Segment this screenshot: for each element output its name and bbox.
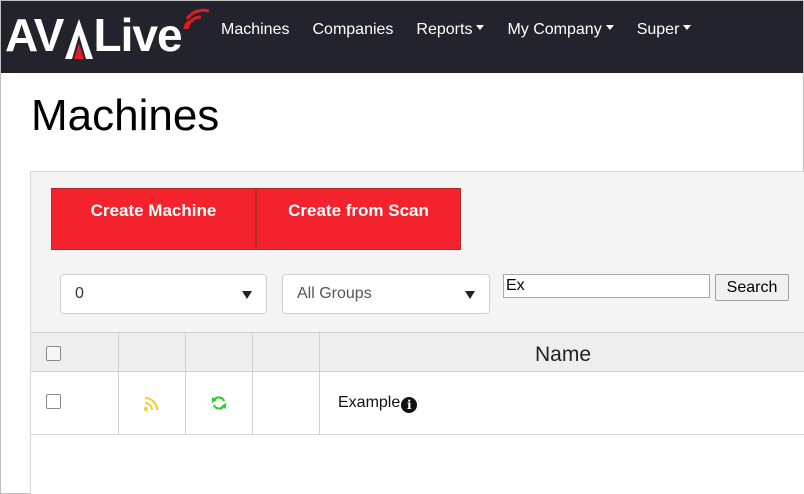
group-select-value: All Groups (297, 285, 372, 302)
logo-red-mark (64, 15, 94, 59)
page-title: Machines (31, 91, 220, 140)
nav-item-machines[interactable]: Machines (213, 19, 297, 41)
group-select[interactable]: All Groups (282, 274, 490, 314)
caret-down-icon (683, 25, 692, 31)
table-row[interactable]: Example i (31, 372, 804, 435)
top-navbar: AV Live Machines Companies Reports My Co… (1, 1, 803, 73)
caret-down-icon (605, 25, 614, 31)
empty-cell (253, 372, 320, 434)
header-cell (253, 333, 320, 371)
caret-down-icon (476, 25, 485, 31)
dropdown-arrow-icon (465, 291, 475, 299)
machine-name-cell[interactable]: Example i (320, 372, 804, 434)
machine-name[interactable]: Example (338, 394, 400, 412)
page-size-select[interactable]: 0 (60, 274, 267, 314)
header-cell (119, 333, 186, 371)
info-icon[interactable]: i (401, 397, 418, 413)
sync-cell (186, 372, 253, 434)
create-machine-button[interactable]: Create Machine (51, 188, 256, 250)
row-checkbox[interactable] (46, 394, 61, 409)
sync-icon (212, 396, 226, 410)
header-select-cell (31, 333, 119, 371)
select-all-checkbox[interactable] (46, 346, 61, 361)
search-button[interactable]: Search (715, 274, 789, 301)
logo-text-av: AV (5, 9, 64, 61)
table-header-row: Name (31, 332, 804, 372)
nav-item-companies[interactable]: Companies (304, 19, 401, 41)
nav-menu: Machines Companies Reports My Company Su… (213, 19, 706, 41)
machines-panel: Create Machine Create from Scan 0 All Gr… (30, 171, 804, 494)
header-cell (186, 333, 253, 371)
broadcast-signal-icon (183, 8, 210, 30)
table-empty-area (31, 435, 804, 494)
signal-cell (119, 372, 186, 434)
row-select-cell (31, 372, 119, 434)
create-from-scan-button[interactable]: Create from Scan (256, 188, 461, 250)
nav-item-my-company[interactable]: My Company (499, 19, 621, 41)
dropdown-arrow-icon (242, 291, 252, 299)
logo-text-live: Live (93, 9, 183, 61)
search-input[interactable] (503, 274, 710, 298)
header-name[interactable]: Name (320, 333, 804, 371)
wifi-signal-icon (144, 397, 158, 411)
nav-item-super[interactable]: Super (629, 19, 700, 41)
page-size-value: 0 (75, 285, 84, 302)
nav-item-reports[interactable]: Reports (408, 19, 492, 41)
avlive-logo[interactable]: AV Live (5, 7, 210, 61)
